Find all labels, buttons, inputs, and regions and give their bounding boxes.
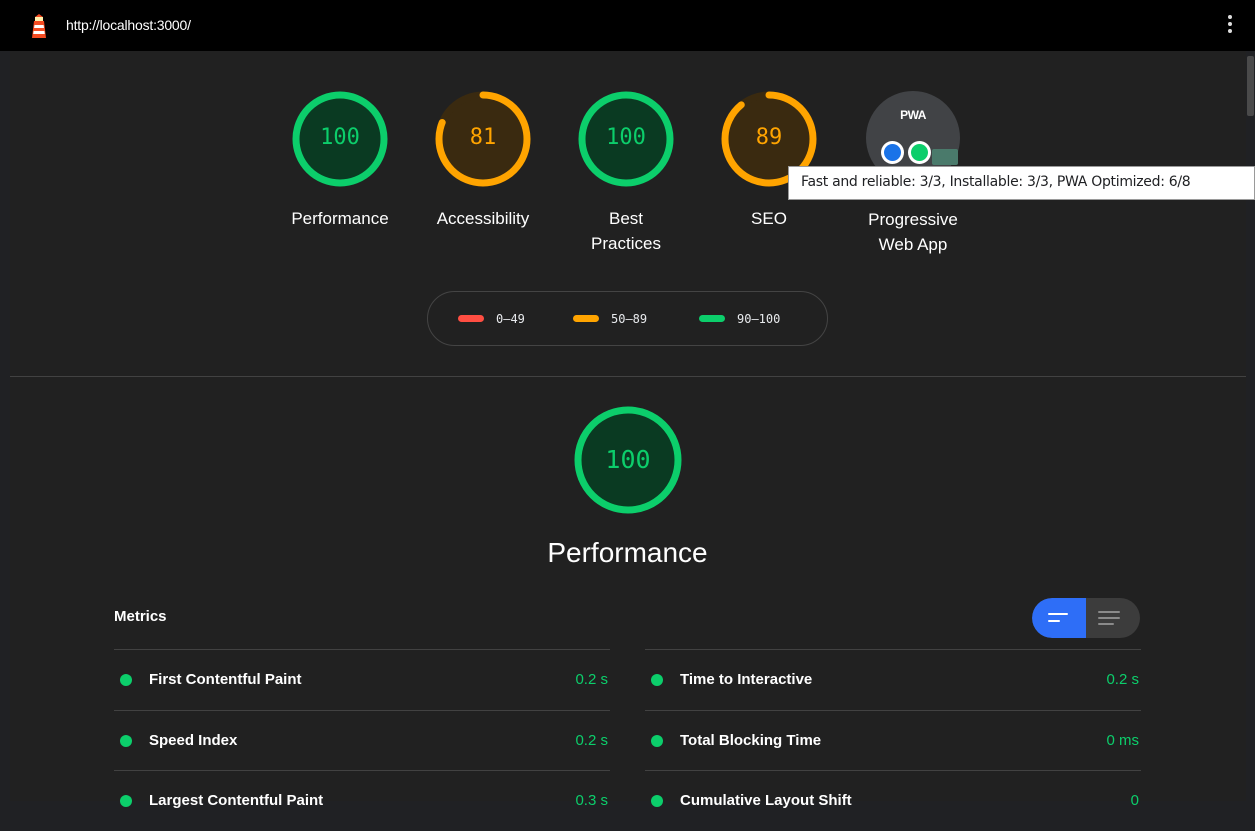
legend-item-fail: 0–49 xyxy=(458,312,525,326)
legend-swatch xyxy=(699,315,725,322)
pwa-optimized-icon xyxy=(932,149,958,165)
scrollbar[interactable] xyxy=(1246,51,1255,801)
scrollbar-thumb[interactable] xyxy=(1247,56,1254,116)
legend-range: 90–100 xyxy=(737,312,781,326)
pass-indicator-icon xyxy=(120,674,132,686)
gauge-label: SEO xyxy=(751,209,787,228)
metric-name: Total Blocking Time xyxy=(680,732,822,749)
report-url: http://localhost:3000/ xyxy=(66,17,191,33)
pass-indicator-icon xyxy=(651,674,663,686)
metric-value: 0 ms xyxy=(1106,732,1139,749)
pass-indicator-icon xyxy=(120,735,132,747)
gauge-best-practices[interactable]: 100 Best Practices xyxy=(576,91,676,261)
pass-indicator-icon xyxy=(120,795,132,807)
metric-row: First Contentful Paint 0.2 s xyxy=(114,649,610,710)
pwa-badge-text: PWA xyxy=(900,108,926,122)
pass-indicator-icon xyxy=(651,735,663,747)
lighthouse-logo-icon xyxy=(32,14,46,38)
gauge-score: 100 xyxy=(606,125,646,150)
legend-item-average: 50–89 xyxy=(573,312,647,326)
metric-name: Time to Interactive xyxy=(680,671,813,688)
legend-swatch xyxy=(573,315,599,322)
gauge-performance[interactable]: 100 Performance xyxy=(290,91,390,261)
legend-item-pass: 90–100 xyxy=(699,312,780,326)
legend-swatch xyxy=(458,315,484,322)
fast-reliable-icon xyxy=(881,141,904,164)
expanded-view-button[interactable] xyxy=(1086,598,1140,638)
legend-range: 0–49 xyxy=(496,312,525,326)
more-options-icon[interactable] xyxy=(1222,15,1238,37)
metric-row: Speed Index 0.2 s xyxy=(114,710,610,771)
metric-name: Speed Index xyxy=(149,732,238,749)
gauge-score: 89 xyxy=(755,125,783,150)
score-legend: 0–49 50–89 90–100 xyxy=(427,291,828,346)
installable-icon xyxy=(908,141,931,164)
metric-name: First Contentful Paint xyxy=(149,671,302,688)
gauge-label: Accessibility xyxy=(436,209,530,228)
pwa-label: Progressive Web App xyxy=(868,210,958,254)
compact-view-button[interactable] xyxy=(1032,598,1086,638)
performance-title: Performance xyxy=(547,537,708,568)
metric-value: 0.2 s xyxy=(575,732,608,749)
pass-indicator-icon xyxy=(651,795,663,807)
metrics-heading: Metrics xyxy=(114,608,167,625)
metric-row: Total Blocking Time 0 ms xyxy=(645,710,1141,771)
pwa-tooltip: Fast and reliable: 3/3, Installable: 3/3… xyxy=(788,166,1255,200)
section-divider xyxy=(10,376,1246,377)
metric-value: 0.2 s xyxy=(1106,671,1139,688)
performance-score: 100 xyxy=(605,445,651,474)
metric-row: Time to Interactive 0.2 s xyxy=(645,649,1141,710)
metric-value: 0.2 s xyxy=(575,671,608,688)
legend-range: 50–89 xyxy=(611,312,648,326)
gauge-label: Best Practices xyxy=(591,209,661,253)
gauge-label: Performance xyxy=(291,209,389,228)
performance-main-gauge: 100 xyxy=(574,406,682,514)
report-top-bar: http://localhost:3000/ xyxy=(0,0,1255,51)
metrics-view-toggle[interactable] xyxy=(1032,598,1140,638)
gauge-score: 100 xyxy=(320,125,360,150)
gauge-accessibility[interactable]: 81 Accessibility xyxy=(433,91,533,261)
gauge-score: 81 xyxy=(469,125,497,150)
